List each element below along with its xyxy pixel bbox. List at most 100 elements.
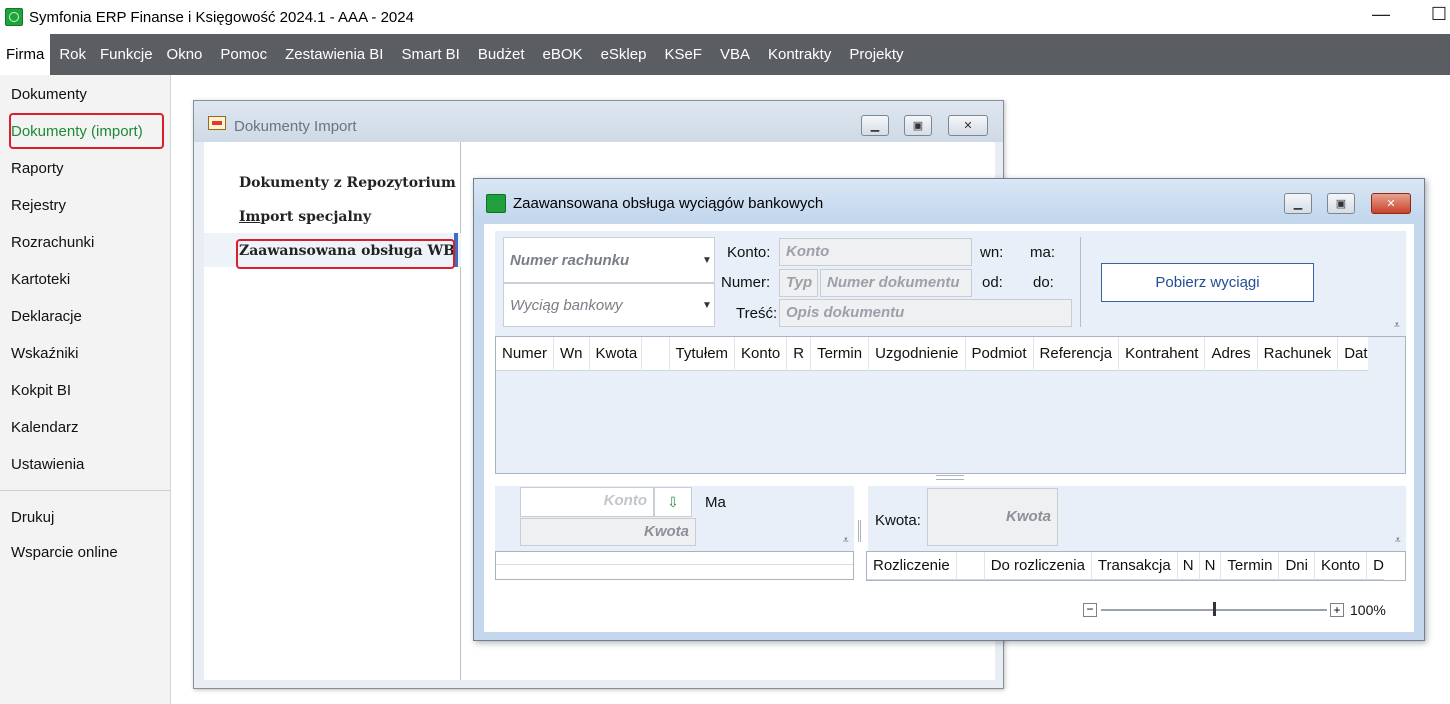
close-button[interactable]: ✕ bbox=[1371, 193, 1411, 214]
filter-divider bbox=[1080, 237, 1081, 327]
col-header-n2[interactable]: N bbox=[1200, 552, 1222, 580]
col-header-blank[interactable] bbox=[957, 552, 985, 580]
sidebar-item-kalendarz[interactable]: Kalendarz bbox=[11, 419, 79, 436]
menu-kontrakty[interactable]: Kontrakty bbox=[759, 34, 840, 75]
col-header-termin[interactable]: Termin bbox=[811, 337, 870, 371]
col-header-termin[interactable]: Termin bbox=[1221, 552, 1280, 580]
col-header-data[interactable]: Dat bbox=[1338, 337, 1367, 371]
expand-icon[interactable]: ⩡ bbox=[1395, 535, 1401, 546]
menu-projekty[interactable]: Projekty bbox=[840, 34, 912, 75]
menu-esklep[interactable]: eSklep bbox=[592, 34, 656, 75]
window-caption: Dokumenty Import ▁ ▣ ✕ bbox=[194, 101, 1003, 142]
close-button[interactable]: ✕ bbox=[948, 115, 988, 136]
col-header-kwota[interactable]: Kwota bbox=[590, 337, 642, 371]
col-header-numer[interactable]: Numer bbox=[496, 337, 555, 371]
maximize-button[interactable]: ☐ bbox=[1424, 4, 1450, 25]
wn-label: wn: bbox=[980, 244, 1004, 261]
sidebar-item-ustawienia[interactable]: Ustawienia bbox=[11, 456, 84, 473]
sidebar-item-rejestry[interactable]: Rejestry bbox=[11, 197, 66, 214]
sidebar-item-dokumenty[interactable]: Dokumenty bbox=[11, 86, 87, 103]
col-header-do-rozliczenia[interactable]: Do rozliczenia bbox=[985, 552, 1092, 580]
expand-icon[interactable]: ⩡ bbox=[1394, 320, 1400, 331]
highlight-frame bbox=[236, 239, 455, 269]
ma-label: ma: bbox=[1030, 244, 1056, 261]
sidebar-item-kokpit-bi[interactable]: Kokpit BI bbox=[11, 382, 71, 399]
lower-left-grid[interactable] bbox=[495, 551, 854, 580]
lower-kwota-input[interactable]: Kwota bbox=[520, 518, 696, 546]
menu-smart-bi[interactable]: Smart BI bbox=[392, 34, 468, 75]
menu-budzet[interactable]: Budżet bbox=[469, 34, 534, 75]
sidebar-item-kartoteki[interactable]: Kartoteki bbox=[11, 271, 70, 288]
typ-input[interactable]: Typ bbox=[779, 269, 818, 297]
sidebar-item-wskazniki[interactable]: Wskaźniki bbox=[11, 345, 79, 362]
minimize-button[interactable]: ▁ bbox=[1284, 193, 1312, 214]
zoom-in-button[interactable]: + bbox=[1330, 603, 1344, 617]
menu-zestawienia-bi[interactable]: Zestawienia BI bbox=[276, 34, 392, 75]
import-item-repozytorium[interactable]: Dokumenty z Repozytorium bbox=[239, 175, 456, 191]
sidebar: Dokumenty Dokumenty (import) Raporty Rej… bbox=[0, 75, 171, 704]
bank-window-icon bbox=[486, 194, 506, 213]
col-header-adres[interactable]: Adres bbox=[1205, 337, 1258, 371]
vertical-splitter[interactable] bbox=[858, 520, 861, 542]
konto-input[interactable]: Konto bbox=[779, 238, 972, 266]
splitter-handle[interactable] bbox=[936, 475, 964, 480]
import-window-icon bbox=[208, 116, 226, 130]
download-icon[interactable]: ⇩ bbox=[654, 487, 692, 517]
numer-label: Numer: bbox=[721, 274, 771, 291]
col-header-konto[interactable]: Konto bbox=[1315, 552, 1368, 580]
numer-dokumentu-input[interactable]: Numer dokumentu bbox=[820, 269, 972, 297]
col-header-kontrahent[interactable]: Kontrahent bbox=[1119, 337, 1206, 371]
col-header-n1[interactable]: N bbox=[1178, 552, 1200, 580]
expand-icon[interactable]: ⩡ bbox=[843, 535, 849, 546]
menu-ebok[interactable]: eBOK bbox=[534, 34, 592, 75]
col-header-rozliczenie[interactable]: Rozliczenie bbox=[867, 552, 957, 580]
col-header-dni[interactable]: Dni bbox=[1279, 552, 1315, 580]
menu-ksef[interactable]: KSeF bbox=[655, 34, 711, 75]
grid-header-row bbox=[496, 552, 853, 565]
col-header-konto[interactable]: Konto bbox=[735, 337, 788, 371]
sidebar-item-rozrachunki[interactable]: Rozrachunki bbox=[11, 234, 94, 251]
import-item-specjalny[interactable]: Import specjalny bbox=[239, 209, 371, 225]
statements-grid[interactable]: Numer Wn Kwota Tytułem Konto R Termin Uz… bbox=[495, 336, 1406, 474]
sidebar-item-deklaracje[interactable]: Deklaracje bbox=[11, 308, 82, 325]
minimize-button[interactable]: ▁ bbox=[861, 115, 889, 136]
window-title: Dokumenty Import bbox=[234, 118, 357, 135]
sidebar-item-wsparcie-online[interactable]: Wsparcie online bbox=[11, 544, 118, 561]
minimize-button[interactable]: — bbox=[1366, 4, 1396, 25]
col-header-wn[interactable]: Wn bbox=[554, 337, 590, 371]
wyciag-bankowy-placeholder: Wyciąg bankowy bbox=[510, 297, 623, 314]
col-header-transakcja[interactable]: Transakcja bbox=[1092, 552, 1178, 580]
kwota-input[interactable]: Kwota bbox=[927, 488, 1058, 546]
menu-vba[interactable]: VBA bbox=[711, 34, 759, 75]
app-titlebar: Symfonia ERP Finanse i Księgowość 2024.1… bbox=[0, 0, 1450, 34]
pobierz-wyciagi-button[interactable]: Pobierz wyciągi bbox=[1101, 263, 1314, 302]
menu-pomoc[interactable]: Pomoc bbox=[211, 34, 276, 75]
lower-konto-input[interactable]: Konto bbox=[520, 487, 654, 517]
dropdown-arrow-icon: ▼ bbox=[702, 255, 712, 266]
sidebar-item-raporty[interactable]: Raporty bbox=[11, 160, 64, 177]
col-header-d[interactable]: D bbox=[1367, 552, 1384, 580]
sidebar-item-drukuj[interactable]: Drukuj bbox=[11, 509, 54, 526]
sidebar-divider bbox=[0, 490, 171, 491]
col-header-blank[interactable] bbox=[642, 337, 670, 371]
menu-rok[interactable]: Rok bbox=[50, 34, 95, 75]
opis-dokumentu-input[interactable]: Opis dokumentu bbox=[779, 299, 1072, 327]
col-header-referencja[interactable]: Referencja bbox=[1034, 337, 1120, 371]
zaawansowana-obsluga-window: Zaawansowana obsługa wyciągów bankowych … bbox=[473, 178, 1425, 641]
col-header-tytulem[interactable]: Tytułem bbox=[670, 337, 736, 371]
col-header-uzgodnienie[interactable]: Uzgodnienie bbox=[869, 337, 966, 371]
menu-firma[interactable]: Firma bbox=[0, 34, 51, 75]
menu-bar: Firma Rok Funkcje Okno Pomoc Zestawienia… bbox=[0, 34, 1450, 75]
restore-button[interactable]: ▣ bbox=[1327, 193, 1355, 214]
menu-funkcje[interactable]: Funkcje bbox=[95, 34, 158, 75]
col-header-rachunek[interactable]: Rachunek bbox=[1258, 337, 1339, 371]
col-header-podmiot[interactable]: Podmiot bbox=[966, 337, 1034, 371]
od-label: od: bbox=[982, 274, 1003, 291]
import-item-specjalny-label: port specjalny bbox=[260, 209, 372, 225]
col-header-r[interactable]: R bbox=[787, 337, 812, 371]
zoom-out-button[interactable]: − bbox=[1083, 603, 1097, 617]
settlements-grid[interactable]: Rozliczenie Do rozliczenia Transakcja N … bbox=[866, 551, 1406, 581]
zoom-slider-thumb[interactable] bbox=[1213, 602, 1216, 616]
restore-button[interactable]: ▣ bbox=[904, 115, 932, 136]
menu-okno[interactable]: Okno bbox=[158, 34, 212, 75]
